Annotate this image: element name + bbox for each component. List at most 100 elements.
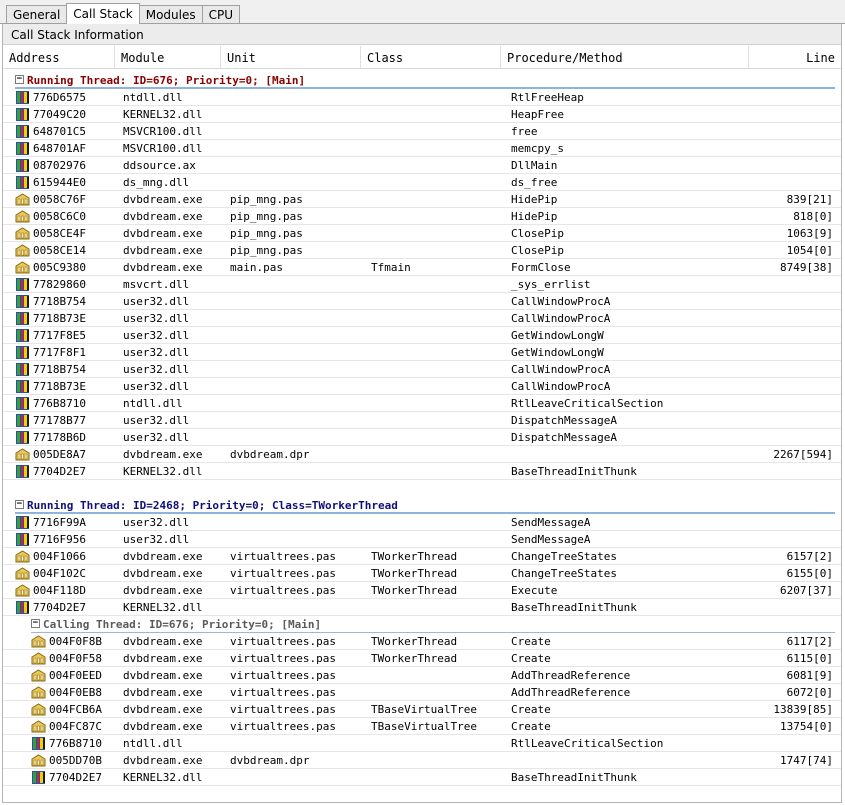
stack-frame-row[interactable]: 004FC87C dvbdream.exe virtualtrees.pas TBas… <box>3 718 841 735</box>
frame-module: user32.dll <box>123 431 190 444</box>
frame-address: 7716F956 <box>33 533 86 546</box>
module-icon <box>15 413 30 428</box>
frame-address: 004F0EB8 <box>49 686 102 699</box>
frame-procedure: Create <box>511 703 551 716</box>
frame-module: user32.dll <box>123 329 190 342</box>
frame-procedure: free <box>511 125 538 138</box>
frame-procedure: AddThreadReference <box>511 686 631 699</box>
frame-unit: main.pas <box>230 261 283 274</box>
frame-procedure: ds_free <box>511 176 558 189</box>
stack-frame-row[interactable]: 7704D2E7 KERNEL32.dll BaseThreadInitThunk <box>3 463 841 480</box>
stack-frame-row[interactable]: 004F1066 dvbdream.exe virtualtrees.pas TWor… <box>3 548 841 565</box>
stack-frame-row[interactable]: 004F0EED dvbdream.exe virtualtrees.pas AddT… <box>3 667 841 684</box>
panel-caption: Call Stack Information <box>3 24 841 45</box>
source-icon <box>15 549 30 564</box>
frame-module: ds_mng.dll <box>123 176 190 189</box>
tab-general[interactable]: General <box>6 5 68 24</box>
frame-procedure: Create <box>511 720 551 733</box>
stack-frame-row[interactable]: 004F0F58 dvbdream.exe virtualtrees.pas TWor… <box>3 650 841 667</box>
source-icon <box>31 719 46 734</box>
column-unit[interactable]: Unit <box>221 46 361 68</box>
column-header: Address Module Unit Class Procedure/Meth… <box>3 46 841 69</box>
stack-frame-row[interactable]: 005C9380 dvbdream.exe main.pas Tfmain FormCl… <box>3 259 841 276</box>
call-stack-panel: Call Stack Information Address Module Un… <box>2 24 842 803</box>
source-icon <box>15 192 30 207</box>
frame-module: user32.dll <box>123 295 190 308</box>
frame-address: 77829860 <box>33 278 86 291</box>
frame-procedure: BaseThreadInitThunk <box>511 601 637 614</box>
module-icon <box>15 430 30 445</box>
module-icon <box>15 396 30 411</box>
stack-frame-row[interactable]: 776B8710 ntdll.dll RtlLeaveCriticalSection <box>3 395 841 412</box>
stack-frame-row[interactable]: 004F0EB8 dvbdream.exe virtualtrees.pas AddT… <box>3 684 841 701</box>
frame-address: 004F118D <box>33 584 86 597</box>
frame-module: ntdll.dll <box>123 397 183 410</box>
stack-frame-row[interactable]: 7718B754 user32.dll CallWindowProcA <box>3 293 841 310</box>
stack-frame-row[interactable]: 776B8710 ntdll.dll RtlLeaveCriticalSection <box>3 735 841 752</box>
frame-module: user32.dll <box>123 380 190 393</box>
stack-frame-row[interactable]: 77178B77 user32.dll DispatchMessageA <box>3 412 841 429</box>
stack-frame-row[interactable]: 0058CE14 dvbdream.exe pip_mng.pas ClosePip 1… <box>3 242 841 259</box>
stack-frame-row[interactable]: 7718B73E user32.dll CallWindowProcA <box>3 378 841 395</box>
frame-procedure: RtlLeaveCriticalSection <box>511 737 664 750</box>
frame-unit: dvbdream.dpr <box>230 754 310 767</box>
stack-frame-row[interactable]: 7717F8E5 user32.dll GetWindowLongW <box>3 327 841 344</box>
collapse-icon[interactable]: − <box>15 500 24 509</box>
frame-address: 7704D2E7 <box>33 601 86 614</box>
column-class[interactable]: Class <box>361 46 501 68</box>
stack-frame-row[interactable]: 08702976 ddsource.ax DllMain <box>3 157 841 174</box>
stack-frame-row[interactable]: 7717F8F1 user32.dll GetWindowLongW <box>3 344 841 361</box>
stack-frame-row[interactable]: 7704D2E7 KERNEL32.dll BaseThreadInitThunk <box>3 769 841 786</box>
stack-frame-row[interactable]: 005DE8A7 dvbdream.exe dvbdream.dpr 2267[594… <box>3 446 841 463</box>
frame-line: 6117[2] <box>786 635 833 648</box>
stack-frame-row[interactable]: 004F102C dvbdream.exe virtualtrees.pas TWor… <box>3 565 841 582</box>
thread-header[interactable]: − Running Thread: ID=676; Priority=0; [Ma… <box>3 72 841 89</box>
column-address[interactable]: Address <box>3 46 115 68</box>
frame-procedure: RtlFreeHeap <box>511 91 584 104</box>
frame-procedure: GetWindowLongW <box>511 346 604 359</box>
stack-frame-row[interactable]: 004F118D dvbdream.exe virtualtrees.pas TWor… <box>3 582 841 599</box>
stack-frame-row[interactable]: 77049C20 KERNEL32.dll HeapFree <box>3 106 841 123</box>
column-procedure[interactable]: Procedure/Method <box>501 46 749 68</box>
tab-call-stack[interactable]: Call Stack <box>66 3 140 24</box>
frame-module: KERNEL32.dll <box>123 771 203 784</box>
stack-frame-row[interactable]: 7716F956 user32.dll SendMessageA <box>3 531 841 548</box>
collapse-icon[interactable]: − <box>31 619 40 628</box>
module-icon <box>15 311 30 326</box>
stack-frame-row[interactable]: 004F0F8B dvbdream.exe virtualtrees.pas TWor… <box>3 633 841 650</box>
stack-frame-row[interactable]: 77829860 msvcrt.dll _sys_errlist <box>3 276 841 293</box>
stack-frame-row[interactable]: 7718B754 user32.dll CallWindowProcA <box>3 361 841 378</box>
stack-frame-row[interactable]: 77178B6D user32.dll DispatchMessageA <box>3 429 841 446</box>
stack-frame-row[interactable]: 7704D2E7 KERNEL32.dll BaseThreadInitThunk <box>3 599 841 616</box>
frame-procedure: CallWindowProcA <box>511 363 611 376</box>
stack-frame-row[interactable]: 776D6575 ntdll.dll RtlFreeHeap <box>3 89 841 106</box>
source-icon <box>15 566 30 581</box>
collapse-icon[interactable]: − <box>15 75 24 84</box>
stack-frame-row[interactable]: 0058CE4F dvbdream.exe pip_mng.pas ClosePip 1… <box>3 225 841 242</box>
stack-frame-row[interactable]: 615944E0 ds_mng.dll ds_free <box>3 174 841 191</box>
stack-frame-row[interactable]: 648701AF MSVCR100.dll memcpy_s <box>3 140 841 157</box>
frame-procedure: SendMessageA <box>511 533 591 546</box>
stack-frame-row[interactable]: 005DD70B dvbdream.exe dvbdream.dpr 1747[74] <box>3 752 841 769</box>
frame-address: 004FCB6A <box>49 703 102 716</box>
stack-frame-row[interactable]: 004FCB6A dvbdream.exe virtualtrees.pas TBas… <box>3 701 841 718</box>
frame-address: 648701C5 <box>33 125 86 138</box>
frame-module: dvbdream.exe <box>123 669 203 682</box>
stack-frame-row[interactable]: 0058C6C0 dvbdream.exe pip_mng.pas HidePip 81… <box>3 208 841 225</box>
frame-procedure: Create <box>511 652 551 665</box>
stack-frame-row[interactable]: 648701C5 MSVCR100.dll free <box>3 123 841 140</box>
frame-procedure: BaseThreadInitThunk <box>511 771 637 784</box>
module-icon <box>15 294 30 309</box>
tab-cpu[interactable]: CPU <box>201 5 241 24</box>
tab-modules[interactable]: Modules <box>138 5 203 24</box>
module-icon <box>15 362 30 377</box>
stack-frame-row[interactable]: 7716F99A user32.dll SendMessageA <box>3 514 841 531</box>
column-module[interactable]: Module <box>115 46 221 68</box>
calling-thread-header[interactable]: − Calling Thread: ID=676; Priority=0; [Ma… <box>3 616 841 633</box>
thread-header[interactable]: − Running Thread: ID=2468; Priority=0; Cl… <box>3 497 841 514</box>
module-icon <box>15 124 30 139</box>
stack-frame-row[interactable]: 0058C76F dvbdream.exe pip_mng.pas HidePip 83… <box>3 191 841 208</box>
stack-frame-row[interactable]: 7718B73E user32.dll CallWindowProcA <box>3 310 841 327</box>
column-line[interactable]: Line <box>749 46 841 68</box>
thread-title: Calling Thread: ID=676; Priority=0; [Mai… <box>43 618 322 631</box>
